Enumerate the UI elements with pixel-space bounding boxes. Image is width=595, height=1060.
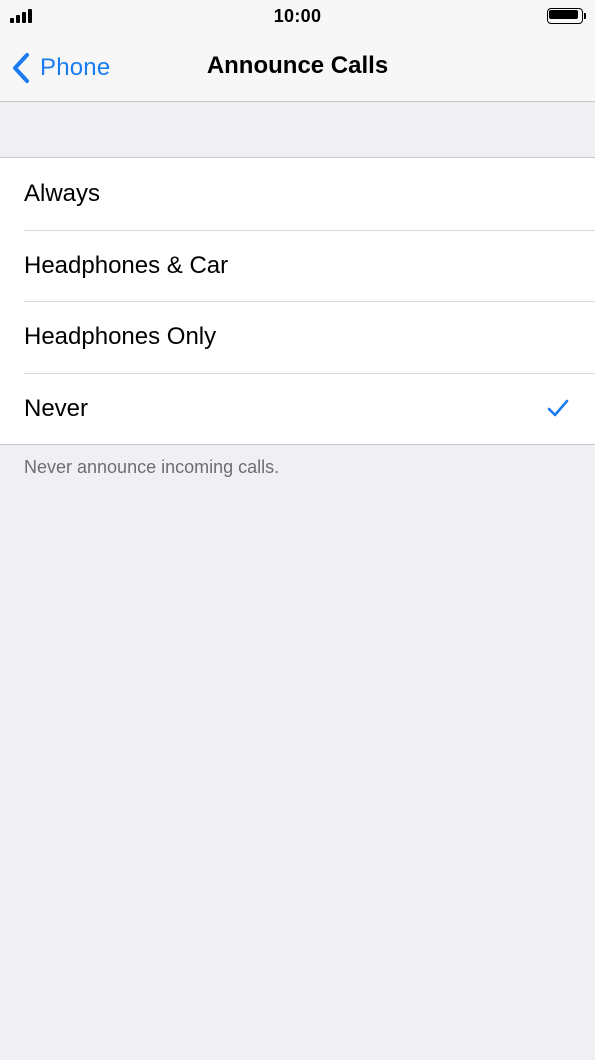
option-label: Headphones Only [24, 323, 217, 350]
status-time: 10:00 [273, 6, 322, 26]
option-label: Never [24, 394, 89, 422]
status-bar: 10:00 [0, 0, 595, 34]
checkmark-icon [547, 399, 569, 416]
battery-icon [547, 8, 587, 24]
option-headphones-and-car[interactable]: Headphones & Car [0, 229, 595, 302]
option-always[interactable]: Always [0, 158, 595, 230]
option-label: Headphones & Car [24, 251, 229, 279]
announce-options-list: Always Headphones & Car Headphones Only … [0, 157, 595, 445]
footer-note: Never announce incoming calls. [24, 457, 280, 477]
navigation-bar: Phone Announce Calls [0, 34, 595, 102]
option-headphones-only[interactable]: Headphones Only [0, 301, 595, 373]
option-label: Always [24, 180, 101, 207]
page-title: Announce Calls [206, 52, 389, 79]
option-never[interactable]: Never [0, 372, 595, 445]
